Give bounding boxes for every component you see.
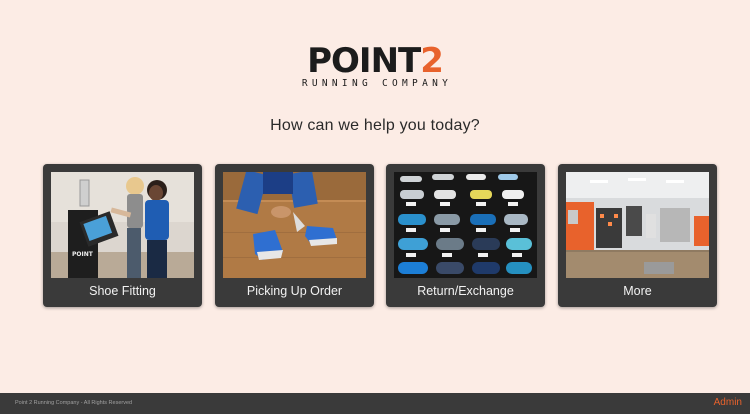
logo-subtitle: RUNNING COMPANY	[301, 78, 453, 89]
brand-logo: POINT2 RUNNING COMPANY	[0, 44, 750, 89]
store-interior-photo	[566, 172, 709, 278]
shoe-fitting-card[interactable]: POINT Shoe Fitting	[43, 164, 202, 307]
shoe-fitting-label: Shoe Fitting	[89, 284, 156, 298]
return-exchange-photo	[394, 172, 537, 278]
admin-link[interactable]: Admin	[714, 397, 742, 408]
footer-bar: Point 2 Running Company - All Rights Res…	[0, 393, 750, 414]
option-cards: POINT Shoe Fitting Picking Up Order Retu…	[43, 164, 717, 308]
logo-letter-p: P	[307, 41, 332, 81]
more-label: More	[623, 284, 652, 298]
logo-letters: OINT	[331, 41, 421, 81]
more-card[interactable]: More	[558, 164, 717, 307]
welcome-question: How can we help you today?	[270, 117, 480, 134]
logo-number: 2	[420, 41, 444, 81]
kiosk-home-screen: POINT2 RUNNING COMPANY How can we help y…	[0, 0, 750, 414]
logo-wordmark: POINT2	[307, 41, 444, 81]
return-exchange-card[interactable]: Return/Exchange	[386, 164, 545, 307]
picking-up-order-photo	[223, 172, 366, 278]
picking-up-order-card[interactable]: Picking Up Order	[215, 164, 374, 307]
picking-up-order-label: Picking Up Order	[246, 284, 343, 298]
return-exchange-label: Return/Exchange	[417, 284, 514, 298]
svg-text:POINT: POINT	[72, 251, 94, 258]
copyright-text: Point 2 Running Company - All Rights Res…	[15, 400, 133, 406]
shoe-fitting-photo: POINT	[51, 172, 194, 278]
